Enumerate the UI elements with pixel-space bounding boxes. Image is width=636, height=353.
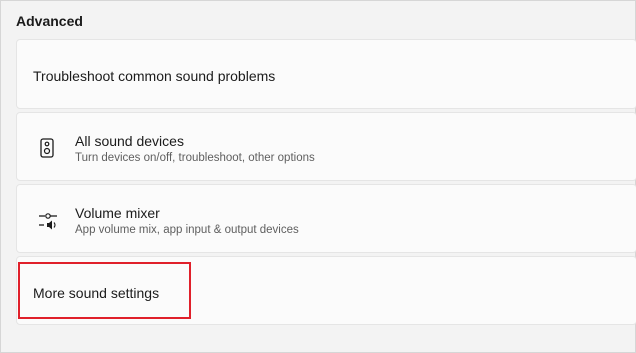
all-sound-devices-title: All sound devices xyxy=(75,133,184,149)
volume-mixer-subtitle: App volume mix, app input & output devic… xyxy=(75,224,299,236)
more-sound-settings-item[interactable]: More sound settings xyxy=(16,256,636,325)
more-sound-settings-title: More sound settings xyxy=(33,285,160,301)
volume-mixer-item[interactable]: Volume mixer App volume mix, app input &… xyxy=(16,184,636,253)
settings-window: Advanced Troubleshoot common sound probl… xyxy=(0,0,636,353)
troubleshoot-sound-problems-item[interactable]: Troubleshoot common sound problems xyxy=(16,39,636,109)
troubleshoot-title: Troubleshoot common sound problems xyxy=(33,68,276,84)
speaker-icon xyxy=(38,137,56,159)
volume-mixer-icon xyxy=(38,210,60,232)
all-sound-devices-item[interactable]: All sound devices Turn devices on/off, t… xyxy=(16,112,636,181)
volume-mixer-title: Volume mixer xyxy=(75,205,160,221)
section-title-advanced: Advanced xyxy=(16,13,83,29)
all-sound-devices-subtitle: Turn devices on/off, troubleshoot, other… xyxy=(75,152,315,164)
